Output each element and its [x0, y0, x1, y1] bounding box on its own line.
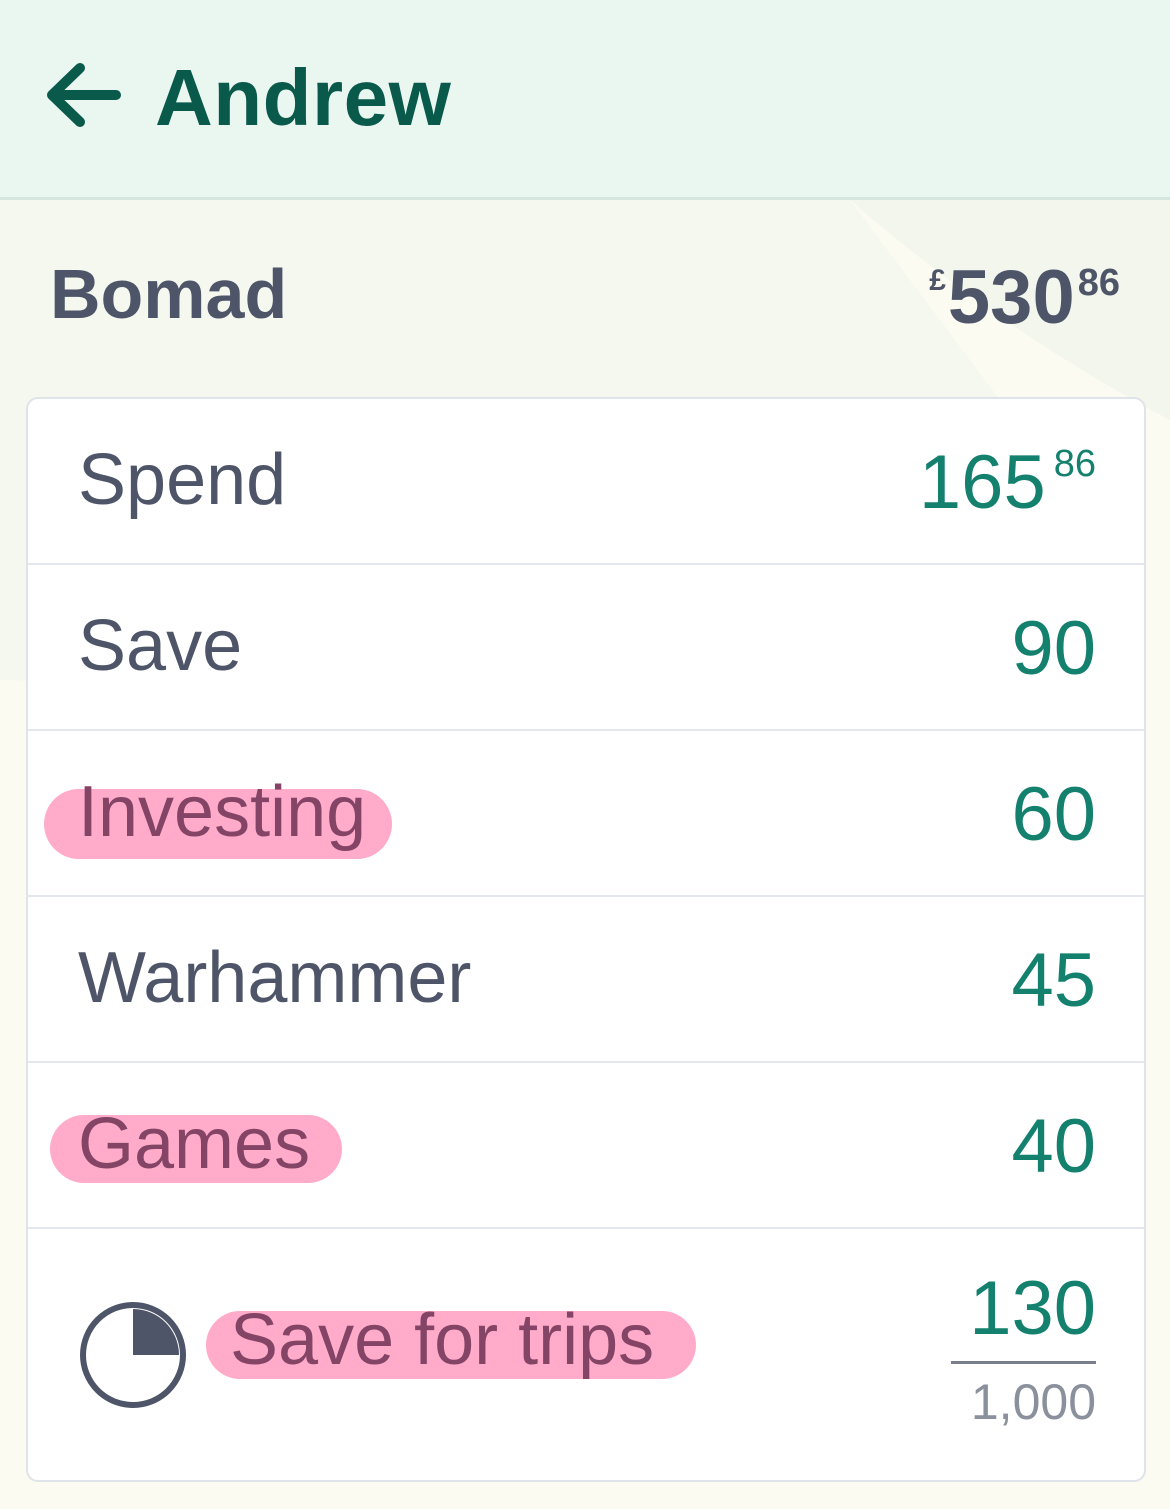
pot-row-warhammer[interactable]: Warhammer 45 — [28, 897, 1144, 1063]
pot-label: Warhammer — [78, 938, 472, 1018]
pot-value: 45 — [1011, 937, 1096, 1024]
pot-label: Save for trips — [230, 1300, 655, 1380]
pot-label: Save — [78, 606, 243, 686]
pot-value-main: 40 — [1011, 1104, 1096, 1189]
pot-row-save[interactable]: Save 90 — [28, 565, 1144, 731]
divider — [951, 1361, 1096, 1364]
goal-target-amount: 1,000 — [970, 1374, 1096, 1430]
pot-value-main: 90 — [1011, 606, 1096, 691]
pot-label: Games — [78, 1104, 311, 1184]
arrow-left-icon[interactable] — [44, 60, 124, 130]
pot-value: 40 — [1011, 1103, 1096, 1190]
pot-row-investing[interactable]: Investing 60 — [28, 731, 1144, 897]
pots-card: Spend 165 86 Save 90 Investing 60 Warham… — [26, 397, 1146, 1482]
account-balance: £ 530 86 — [929, 258, 1120, 338]
balance-currency: £ — [929, 264, 946, 297]
goal-progress-icon — [80, 1302, 186, 1408]
pot-value-main: 165 — [918, 440, 1046, 525]
account-name: Bomad — [50, 255, 288, 333]
pot-row-save-for-trips[interactable]: Save for trips 130 1,000 — [28, 1229, 1144, 1480]
top-navigation-bar: Andrew — [0, 0, 1170, 200]
pot-row-spend[interactable]: Spend 165 86 — [28, 399, 1144, 565]
goal-values: 130 1,000 — [951, 1267, 1096, 1430]
pot-value-minor: 86 — [1053, 443, 1096, 485]
pot-value: 90 — [1011, 605, 1096, 692]
pot-label: Spend — [78, 440, 287, 520]
pot-value: 165 86 — [919, 439, 1096, 526]
page-title: Andrew — [155, 53, 452, 142]
balance-minor: 86 — [1077, 262, 1120, 304]
goal-current-amount: 130 — [969, 1266, 1096, 1351]
pot-row-games[interactable]: Games 40 — [28, 1063, 1144, 1229]
pot-value-main: 45 — [1011, 938, 1096, 1023]
balance-main: 530 — [947, 255, 1075, 340]
pot-value: 60 — [1011, 771, 1096, 858]
pot-label: Investing — [78, 772, 367, 852]
pot-value-main: 60 — [1011, 772, 1096, 857]
